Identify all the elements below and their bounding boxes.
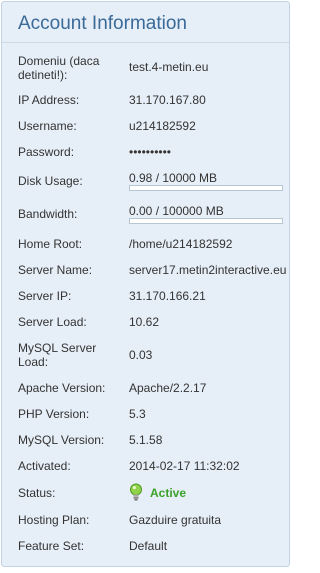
server-ip-value: 31.170.166.21	[129, 289, 206, 303]
mysql-server-load-value: 0.03	[129, 348, 153, 362]
title-divider	[2, 42, 289, 43]
apache-version-label: Apache Version:	[18, 381, 106, 395]
ip-address-value: 31.170.167.80	[129, 93, 206, 107]
php-version-label: PHP Version:	[18, 407, 90, 421]
server-name-label: Server Name:	[18, 263, 93, 277]
account-information-panel: Account Information Domeniu (daca detine…	[1, 1, 290, 567]
home-root-label: Home Root:	[18, 237, 83, 251]
domain-value: test.4-metin.eu	[129, 60, 209, 74]
username-label: Username:	[18, 119, 77, 133]
disk-usage-label: Disk Usage:	[18, 174, 83, 188]
server-load-label: Server Load:	[18, 315, 87, 329]
hosting-plan-value: Gazduire gratuita	[129, 513, 222, 527]
disk-usage-value: 0.98 / 10000 MB	[129, 171, 218, 185]
username-value: u214182592	[129, 119, 196, 133]
status-label: Status:	[18, 486, 56, 500]
server-name-value: server17.metin2interactive.eu	[129, 263, 287, 277]
feature-set-label: Feature Set:	[18, 539, 85, 553]
disk-usage-bar	[129, 185, 283, 191]
home-root-value: /home/u214182592	[129, 237, 233, 251]
password-value: ••••••••••	[129, 145, 172, 159]
mysql-version-value: 5.1.58	[129, 433, 163, 447]
bandwidth-bar	[129, 218, 283, 224]
activated-value: 2014-02-17 11:32:02	[129, 459, 240, 473]
bandwidth-label: Bandwidth:	[18, 207, 78, 221]
ip-address-label: IP Address:	[18, 93, 80, 107]
lightbulb-icon	[130, 483, 142, 501]
apache-version-value: Apache/2.2.17	[129, 381, 207, 395]
panel-title: Account Information	[18, 13, 187, 34]
mysql-server-load-label: MySQL Server Load:	[18, 341, 97, 369]
status-value: Active	[150, 486, 187, 500]
domain-label: Domeniu (daca detineti!):	[18, 54, 100, 82]
feature-set-value: Default	[129, 539, 168, 553]
hosting-plan-label: Hosting Plan:	[18, 513, 90, 527]
bandwidth-value: 0.00 / 100000 MB	[129, 204, 224, 218]
server-ip-label: Server IP:	[18, 289, 72, 303]
server-load-value: 10.62	[129, 315, 160, 329]
mysql-version-label: MySQL Version:	[18, 433, 105, 447]
password-label: Password:	[18, 145, 75, 159]
php-version-value: 5.3	[129, 407, 146, 421]
activated-label: Activated:	[18, 459, 71, 473]
